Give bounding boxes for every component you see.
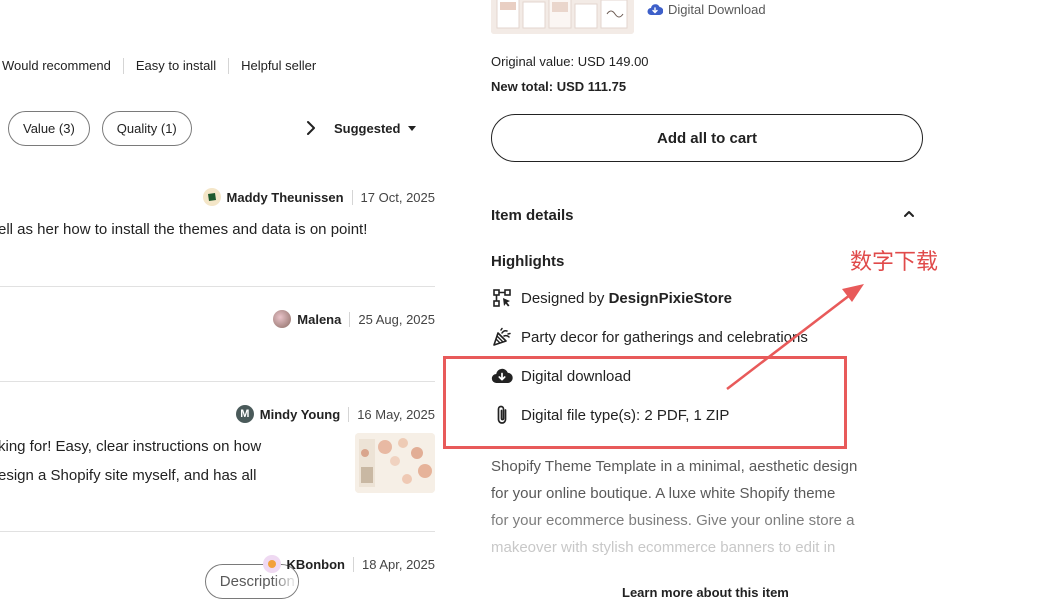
review-text: ell as her how to install the themes and… [0,215,367,244]
review-meta: M Mindy Young 16 May, 2025 [235,405,435,423]
caret-down-icon [408,126,417,131]
review-text: king for! Easy, clear instructions on ho… [0,432,261,490]
highlight-text: Party decor for gatherings and celebrati… [521,328,808,346]
learn-more-link[interactable]: Learn more about this item [622,585,789,600]
bundle-product-thumbnail[interactable] [491,0,634,34]
item-details-toggle[interactable]: Item details [491,207,574,224]
reviewer-name[interactable]: KBonbon [287,556,354,572]
review-meta: KBonbon 18 Apr, 2025 [262,555,435,573]
review-photo[interactable] [355,433,435,493]
review-date: 16 May, 2025 [357,406,435,422]
party-popper-icon [491,326,513,348]
reviewer-name[interactable]: Malena [297,311,351,327]
reviewer-name[interactable]: Maddy Theunissen [227,189,353,205]
divider [0,531,435,532]
item-panel: Digital Download Original value: USD 149… [490,0,930,615]
filter-quality-pill[interactable]: Quality (1) [101,111,192,146]
annotation-highlight-box [443,356,847,449]
review-meta: Maddy Theunissen 17 Oct, 2025 [202,188,435,206]
avatar [262,555,281,573]
description-line: makeover with stylish ecommerce banners … [491,539,836,556]
designer-link[interactable]: DesignPixieStore [609,290,732,307]
review-filters: Value (3) Quality (1) Description [8,111,310,599]
sort-label: Suggested [334,121,401,136]
tag-easy-to-install: Easy to install [122,58,228,74]
reviewer-name[interactable]: Mindy Young [260,406,350,422]
review-date: 25 Aug, 2025 [358,311,435,327]
avatar [202,188,221,206]
digital-download-label: Digital Download [668,2,766,17]
review-meta: Malena 25 Aug, 2025 [273,310,435,328]
chevron-up-icon[interactable] [902,207,916,221]
designed-by-prefix: Designed by [521,289,609,307]
digital-download-tag: Digital Download [647,2,766,17]
review-date: 17 Oct, 2025 [360,189,435,205]
description-line: Shopify Theme Template in a minimal, aes… [491,458,858,475]
reviews-panel: Would recommend Easy to install Helpful … [0,0,440,615]
divider [0,286,435,287]
design-tool-icon [491,287,513,309]
highlights-heading: Highlights [491,253,565,270]
description-line: for your online boutique. A luxe white S… [491,485,836,502]
review-date: 18 Apr, 2025 [361,556,435,572]
cloud-download-icon [647,3,663,15]
chevron-right-icon[interactable] [304,118,318,138]
annotation-label: 数字下载 [850,250,939,275]
description-line: for your ecommerce business. Give your o… [491,512,855,529]
highlight-party-decor: Party decor for gatherings and celebrati… [491,326,808,348]
new-total: New total: USD 111.75 [491,79,627,94]
highlight-designer: Designed by DesignPixieStore [491,287,732,309]
tag-would-recommend: Would recommend [2,58,111,73]
tag-helpful-seller: Helpful seller [228,58,328,74]
filter-value-pill[interactable]: Value (3) [8,111,90,146]
divider [0,381,435,382]
avatar: M [235,405,254,423]
sort-dropdown[interactable]: Suggested [334,121,417,136]
item-description: Shopify Theme Template in a minimal, aes… [491,453,926,561]
original-value: Original value: USD 149.00 [491,54,649,69]
review-line: ell as her how to install the themes and… [0,221,368,238]
review-line: king for! Easy, clear instructions on ho… [0,438,262,455]
avatar [273,310,292,328]
review-line: esign a Shopify site myself, and has all [0,467,257,484]
review-tags: Would recommend Easy to install Helpful … [2,58,328,74]
add-all-to-cart-button[interactable]: Add all to cart [491,114,923,162]
